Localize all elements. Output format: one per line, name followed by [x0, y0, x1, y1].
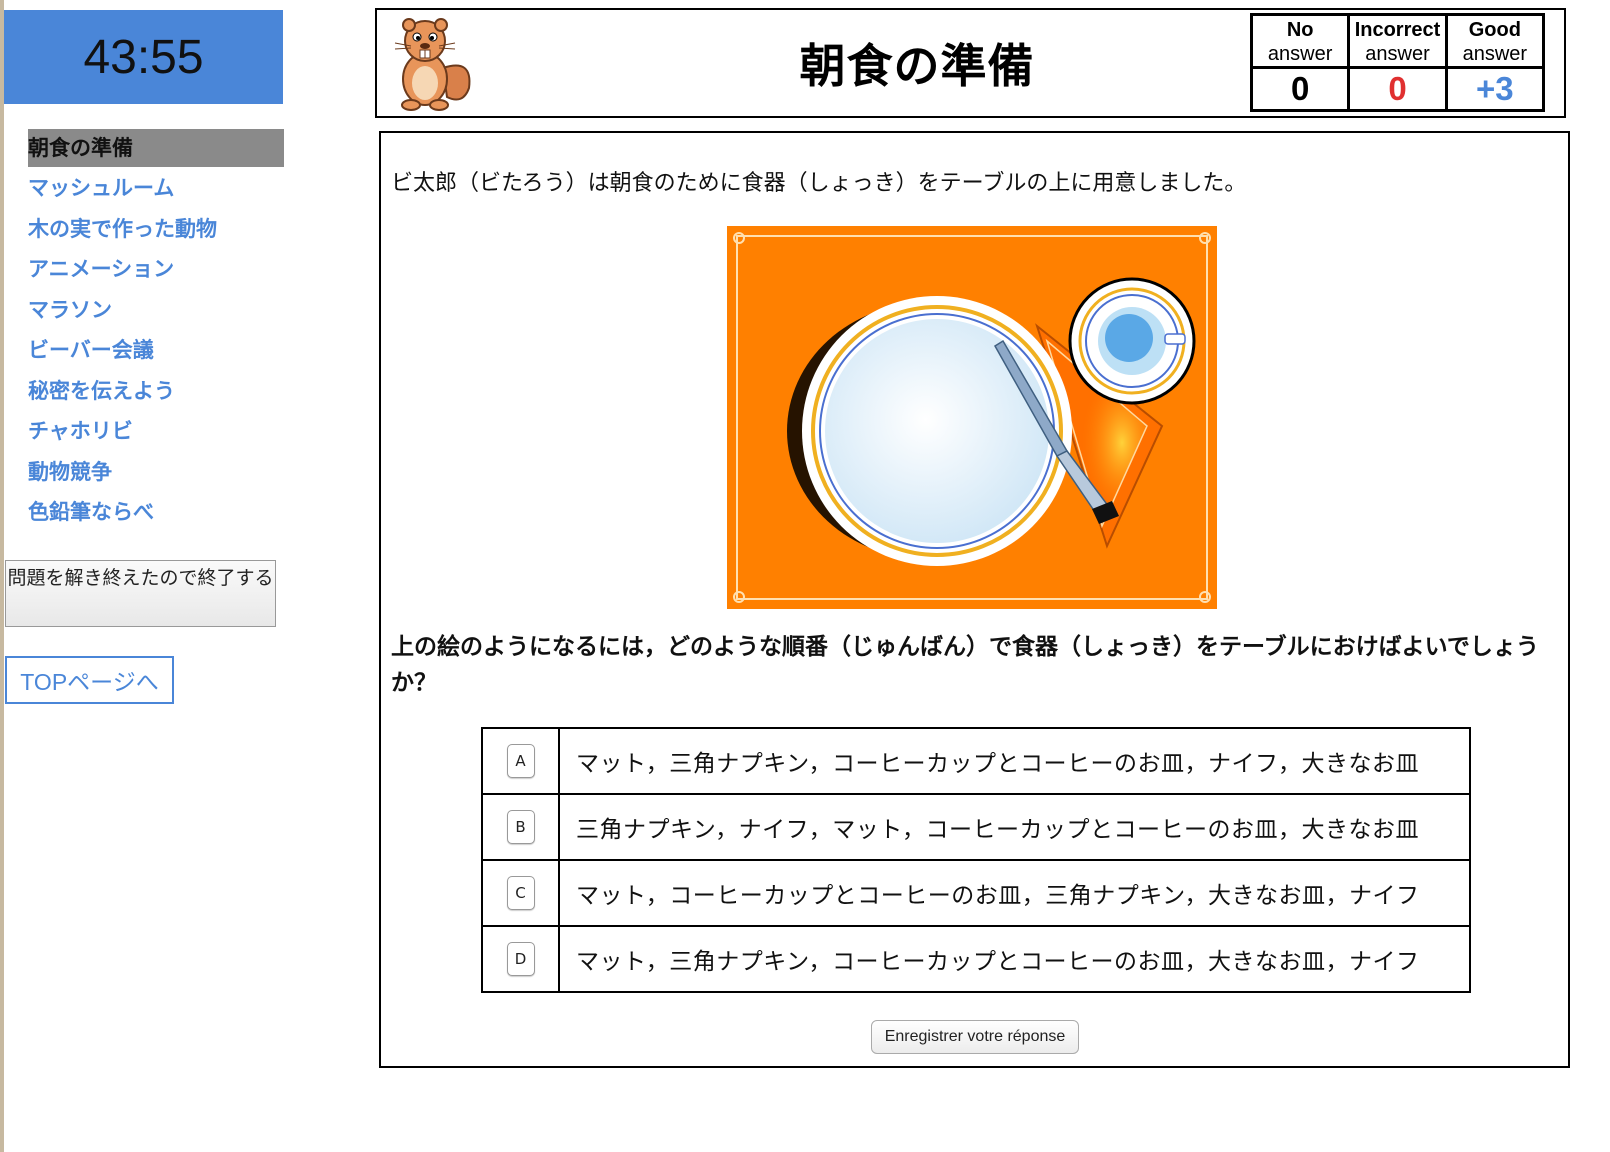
- score-no-answer: No answer 0: [1253, 16, 1351, 109]
- choice-row-b[interactable]: B 三角ナプキン，ナイフ，マット，コーヒーカップとコーヒーのお皿，大きなお皿: [483, 795, 1469, 861]
- choice-row-d[interactable]: D マット，三角ナプキン，コーヒーカップとコーヒーのお皿，大きなお皿，ナイフ: [483, 927, 1469, 991]
- choice-key[interactable]: D: [506, 942, 535, 976]
- page-title: 朝食の準備: [799, 39, 1035, 93]
- task-item-marathon[interactable]: マラソン: [28, 293, 284, 334]
- task-item-animation[interactable]: アニメーション: [28, 252, 284, 293]
- task-item-chahoribi[interactable]: チャホリビ: [28, 414, 284, 455]
- beaver-mascot-icon: [394, 18, 471, 111]
- task-item-secret[interactable]: 秘密を伝えよう: [28, 374, 284, 415]
- score-value: 0: [1290, 70, 1310, 107]
- score-table: No answer 0 Incorrect answer 0 Good answer …: [1250, 13, 1545, 112]
- score-label: Incorrect: [1354, 19, 1441, 41]
- breakfast-table-illustration: [727, 226, 1217, 609]
- task-item-beaver-meeting[interactable]: ビーバー会議: [28, 333, 284, 374]
- score-label: answer: [1365, 43, 1430, 65]
- choice-key[interactable]: B: [506, 810, 535, 844]
- finish-button[interactable]: 問題を解き終えたので終了する: [5, 560, 276, 627]
- task-list: 朝食の準備 マッシュルーム 木の実で作った動物 アニメーション マラソン ビーバ…: [28, 129, 284, 536]
- task-item-animal-race[interactable]: 動物競争: [28, 455, 284, 496]
- score-value: +3: [1476, 70, 1514, 107]
- score-label: No: [1286, 19, 1314, 41]
- score-good: Good answer +3: [1447, 16, 1542, 109]
- choice-text: マット，三角ナプキン，コーヒーカップとコーヒーのお皿，大きなお皿，ナイフ: [576, 949, 1420, 975]
- task-item-nut-animals[interactable]: 木の実で作った動物: [28, 212, 284, 253]
- choice-key[interactable]: A: [506, 744, 535, 778]
- task-intro: ビ太郎（ビたろう）は朝食のために食器（しょっき）をテーブルの上に用意しました。: [391, 171, 1247, 196]
- score-value: 0: [1388, 70, 1407, 107]
- score-label: Good: [1468, 19, 1521, 41]
- choice-text: マット，コーヒーカップとコーヒーのお皿，三角ナプキン，大きなお皿，ナイフ: [576, 883, 1420, 909]
- countdown-timer: 43:55: [4, 10, 283, 104]
- choice-row-a[interactable]: A マット，三角ナプキン，コーヒーカップとコーヒーのお皿，ナイフ，大きなお皿: [483, 729, 1469, 795]
- question-text: 上の絵のようになるには，どのような順番（じゅんばん）で食器（しょっき）をテーブル…: [391, 634, 1539, 696]
- task-item-mushroom[interactable]: マッシュルーム: [28, 171, 284, 212]
- submit-answer-button[interactable]: Enregistrer votre réponse: [871, 1020, 1079, 1054]
- task-item-breakfast[interactable]: 朝食の準備: [28, 129, 284, 167]
- choice-text: 三角ナプキン，ナイフ，マット，コーヒーカップとコーヒーのお皿，大きなお皿: [576, 817, 1420, 843]
- top-page-link[interactable]: TOPページへ: [5, 656, 174, 704]
- choice-row-c[interactable]: C マット，コーヒーカップとコーヒーのお皿，三角ナプキン，大きなお皿，ナイフ: [483, 861, 1469, 927]
- task-item-pencils[interactable]: 色鉛筆ならべ: [28, 495, 284, 536]
- left-edge-strip: [0, 0, 4, 1152]
- choice-text: マット，三角ナプキン，コーヒーカップとコーヒーのお皿，ナイフ，大きなお皿: [576, 751, 1420, 777]
- score-label: answer: [1462, 43, 1528, 65]
- score-incorrect: Incorrect answer 0: [1350, 16, 1448, 109]
- choice-key[interactable]: C: [506, 876, 535, 910]
- score-label: answer: [1267, 43, 1333, 65]
- answer-choices: A マット，三角ナプキン，コーヒーカップとコーヒーのお皿，ナイフ，大きなお皿 B…: [481, 727, 1471, 993]
- task-panel: ビ太郎（ビたろう）は朝食のために食器（しょっき）をテーブルの上に用意しました。: [379, 131, 1570, 1068]
- task-header: 朝食の準備 No answer 0 Incorrect answer 0 Good a…: [375, 8, 1566, 118]
